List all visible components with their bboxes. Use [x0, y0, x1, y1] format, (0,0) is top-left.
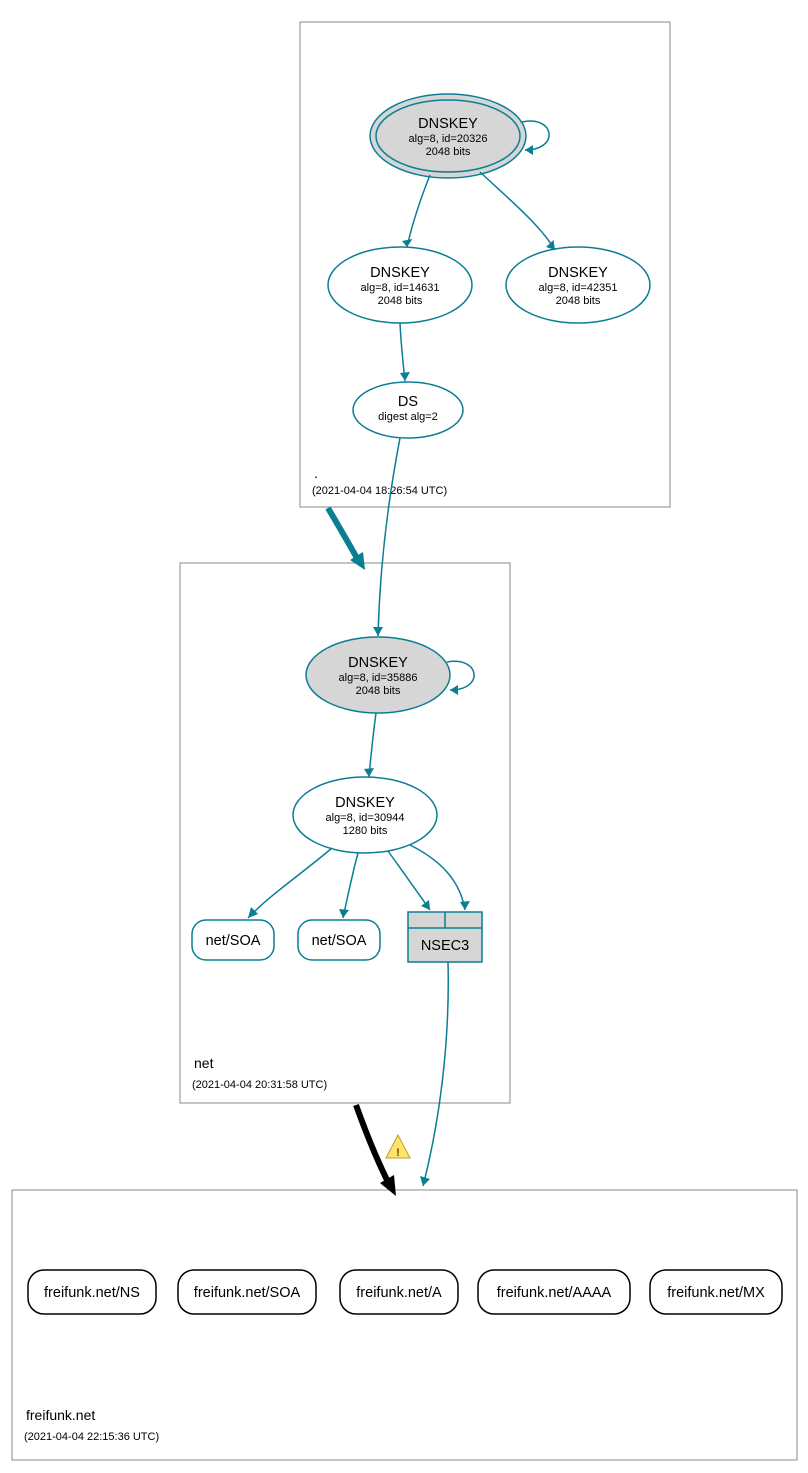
svg-text:DS: DS	[398, 394, 418, 410]
svg-text:net/SOA: net/SOA	[206, 933, 261, 949]
node-root-zsk1: DNSKEY alg=8, id=14631 2048 bits	[328, 247, 472, 323]
svg-text:DNSKEY: DNSKEY	[370, 265, 430, 281]
zone-freifunk-timestamp: (2021-04-04 22:15:36 UTC)	[24, 1431, 159, 1443]
node-freifunk-ns: freifunk.net/NS	[28, 1270, 156, 1314]
svg-text:2048 bits: 2048 bits	[356, 685, 401, 697]
svg-text:DNSKEY: DNSKEY	[348, 655, 408, 671]
node-root-ksk: DNSKEY alg=8, id=20326 2048 bits	[370, 94, 526, 178]
warning-icon: !	[386, 1135, 410, 1159]
node-net-soa1: net/SOA	[192, 920, 274, 960]
node-freifunk-aaaa: freifunk.net/AAAA	[478, 1270, 630, 1314]
zone-net-name: net	[194, 1055, 214, 1071]
zone-freifunk-name: freifunk.net	[26, 1407, 95, 1423]
svg-text:DNSKEY: DNSKEY	[418, 116, 478, 132]
svg-text:alg=8, id=20326: alg=8, id=20326	[409, 133, 488, 145]
node-root-ds: DS digest alg=2	[353, 382, 463, 438]
zone-root-timestamp: (2021-04-04 18:26:54 UTC)	[312, 485, 447, 497]
svg-text:DNSKEY: DNSKEY	[548, 265, 608, 281]
node-net-zsk: DNSKEY alg=8, id=30944 1280 bits	[293, 777, 437, 853]
svg-text:2048 bits: 2048 bits	[378, 295, 423, 307]
zone-root-name: .	[314, 465, 318, 481]
zone-net-timestamp: (2021-04-04 20:31:58 UTC)	[192, 1079, 327, 1091]
svg-text:digest alg=2: digest alg=2	[378, 411, 438, 423]
svg-text:freifunk.net/MX: freifunk.net/MX	[667, 1285, 765, 1301]
svg-text:DNSKEY: DNSKEY	[335, 795, 395, 811]
svg-text:alg=8, id=42351: alg=8, id=42351	[539, 282, 618, 294]
node-net-ksk: DNSKEY alg=8, id=35886 2048 bits	[306, 637, 450, 713]
svg-text:alg=8, id=30944: alg=8, id=30944	[326, 812, 405, 824]
svg-text:freifunk.net/NS: freifunk.net/NS	[44, 1285, 140, 1301]
svg-text:freifunk.net/A: freifunk.net/A	[356, 1285, 442, 1301]
svg-text:net/SOA: net/SOA	[312, 933, 367, 949]
node-net-soa2: net/SOA	[298, 920, 380, 960]
svg-text:alg=8, id=14631: alg=8, id=14631	[361, 282, 440, 294]
svg-text:freifunk.net/SOA: freifunk.net/SOA	[194, 1285, 301, 1301]
svg-text:freifunk.net/AAAA: freifunk.net/AAAA	[497, 1285, 612, 1301]
node-freifunk-mx: freifunk.net/MX	[650, 1270, 782, 1314]
zone-freifunk-box	[12, 1190, 797, 1460]
svg-text:2048 bits: 2048 bits	[426, 146, 471, 158]
node-root-zsk2: DNSKEY alg=8, id=42351 2048 bits	[506, 247, 650, 323]
dnssec-diagram: . (2021-04-04 18:26:54 UTC) net (2021-04…	[0, 0, 808, 1473]
node-freifunk-soa: freifunk.net/SOA	[178, 1270, 316, 1314]
node-nsec3: NSEC3	[408, 912, 482, 962]
svg-text:2048 bits: 2048 bits	[556, 295, 601, 307]
svg-text:alg=8, id=35886: alg=8, id=35886	[339, 672, 418, 684]
node-freifunk-a: freifunk.net/A	[340, 1270, 458, 1314]
svg-text:!: !	[396, 1147, 400, 1159]
svg-text:NSEC3: NSEC3	[421, 938, 469, 954]
svg-text:1280 bits: 1280 bits	[343, 825, 388, 837]
